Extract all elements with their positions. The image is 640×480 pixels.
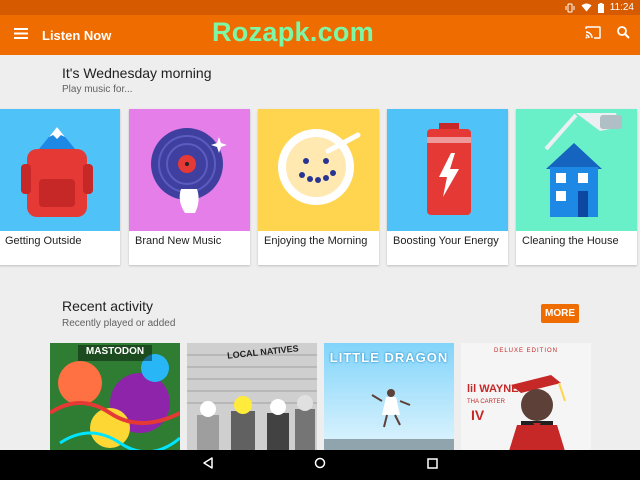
home-icon <box>314 456 326 474</box>
recent-activity-subtitle: Recently played or added <box>62 318 176 329</box>
mood-label: Enjoying the Morning <box>264 235 368 247</box>
album-cover-local-natives <box>187 343 317 451</box>
recents-button[interactable] <box>420 453 444 477</box>
album-card[interactable]: LITTLE DRAGON <box>324 343 454 451</box>
album-card[interactable]: MASTODON <box>50 343 180 451</box>
mood-label: Brand New Music <box>135 235 222 247</box>
more-button[interactable]: MORE <box>541 304 579 323</box>
album-subtitle-text: THA CARTER <box>467 399 505 405</box>
battery-illustration <box>387 109 508 231</box>
greeting-title: It's Wednesday morning <box>62 65 212 81</box>
search-button[interactable] <box>612 24 634 46</box>
vibrate-icon <box>565 3 575 13</box>
mood-label: Getting Outside <box>5 235 82 247</box>
album-edition-text: DELUXE EDITION <box>493 348 558 354</box>
app-bar-title: Listen Now <box>42 27 112 43</box>
recent-activity-title: Recent activity <box>62 298 154 314</box>
mood-card-enjoying-the-morning[interactable]: Enjoying the Morning <box>258 109 379 265</box>
recents-icon <box>426 456 438 474</box>
mood-card-boosting-your-energy[interactable]: Boosting Your Energy <box>387 109 508 265</box>
app-bar: Listen Now Rozapk.com <box>0 15 640 55</box>
mood-card-brand-new-music[interactable]: Brand New Music <box>129 109 250 265</box>
album-artist-text: lil WAYNE <box>467 383 519 395</box>
status-bar: 11:24 <box>0 0 640 15</box>
hamburger-icon <box>14 26 28 44</box>
mood-card-getting-outside[interactable]: Getting Outside <box>0 109 120 265</box>
cereal-bowl-illustration <box>258 109 379 231</box>
album-card[interactable]: LOCAL NATIVES <box>187 343 317 451</box>
mood-label: Cleaning the House <box>522 235 619 247</box>
cast-button[interactable] <box>582 24 604 46</box>
back-icon <box>202 456 214 474</box>
status-time: 11:24 <box>609 2 634 13</box>
mood-row: Getting Outside Brand New Music Enjoying… <box>0 109 640 265</box>
album-cover-tha-carter-iv <box>461 343 591 451</box>
album-volume-text: IV <box>471 407 485 423</box>
greeting-subtitle: Play music for... <box>62 84 133 95</box>
search-icon <box>616 26 630 44</box>
mood-card-cleaning-the-house[interactable]: Cleaning the House <box>516 109 637 265</box>
album-title-text: MASTODON <box>85 346 145 357</box>
navigation-bar <box>0 450 640 480</box>
battery-icon <box>597 2 604 13</box>
wifi-icon <box>581 3 592 12</box>
house-illustration <box>516 109 637 231</box>
vinyl-illustration <box>129 109 250 231</box>
album-cover-mastodon <box>50 343 180 451</box>
backpack-illustration <box>0 109 120 231</box>
cast-icon <box>585 26 601 44</box>
mood-label: Boosting Your Energy <box>393 235 499 247</box>
album-card[interactable]: DELUXE EDITION lil WAYNE THA CARTER IV <box>461 343 591 451</box>
menu-button[interactable] <box>4 15 38 55</box>
recent-albums: MASTODON LOCAL NATIVES LITTLE DRAGON DEL… <box>0 343 640 451</box>
watermark-text: Rozapk.com <box>212 17 375 47</box>
album-title-text: LITTLE DRAGON <box>329 350 449 365</box>
back-button[interactable] <box>196 453 220 477</box>
home-button[interactable] <box>308 453 332 477</box>
